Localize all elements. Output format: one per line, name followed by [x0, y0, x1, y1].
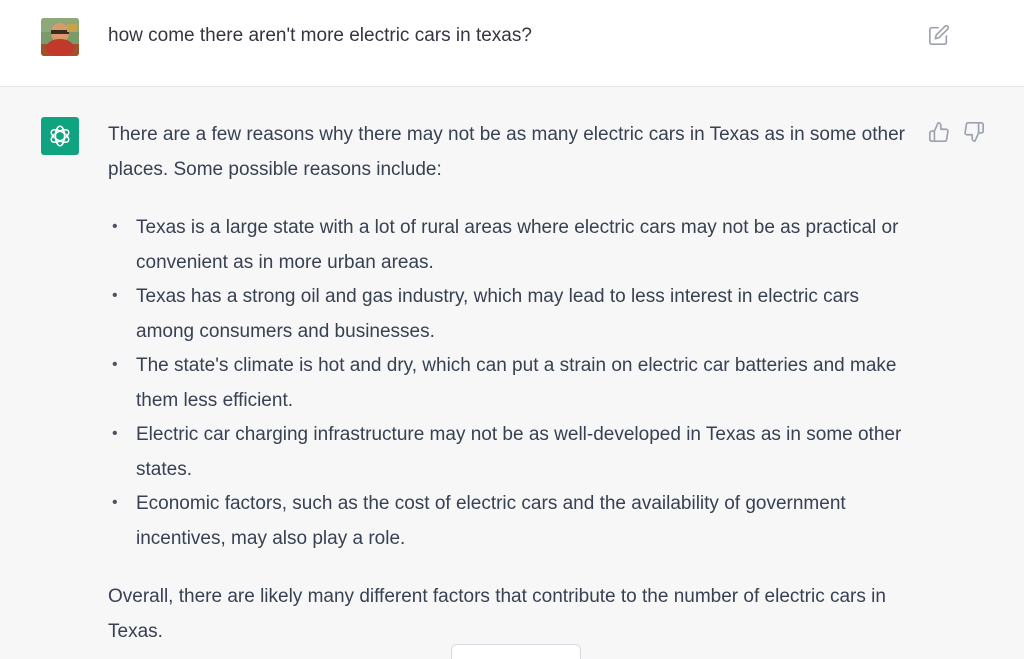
- user-avatar-image: [41, 18, 79, 56]
- edit-message-button[interactable]: [928, 24, 950, 46]
- list-item-text: The state's climate is hot and dry, whic…: [136, 355, 897, 411]
- openai-logo-icon: [50, 125, 70, 147]
- list-item: • Texas is a large state with a lot of ru…: [108, 211, 908, 280]
- bullet-marker: •: [112, 425, 118, 442]
- list-item-text: Economic factors, such as the cost of el…: [136, 493, 846, 549]
- list-item: • Economic factors, such as the cost of e…: [108, 487, 908, 556]
- thumbs-up-button[interactable]: [928, 121, 950, 143]
- assistant-message-row: There are a few reasons why there may no…: [0, 87, 1024, 659]
- assistant-message-content: There are a few reasons why there may no…: [108, 118, 908, 649]
- answer-intro: There are a few reasons why there may no…: [108, 124, 905, 180]
- list-item-text: Texas is a large state with a lot of rur…: [136, 217, 899, 273]
- bullet-marker: •: [112, 218, 118, 235]
- user-message-row: how come there aren't more electric cars…: [0, 0, 1024, 87]
- list-item: • The state's climate is hot and dry, whi…: [108, 349, 908, 418]
- bullet-marker: •: [112, 494, 118, 511]
- pencil-square-icon: [929, 24, 950, 45]
- thumbs-down-button[interactable]: [963, 121, 985, 143]
- list-item-text: Texas has a strong oil and gas industry,…: [136, 286, 860, 342]
- reasons-list: • Texas is a large state with a lot of ru…: [108, 211, 908, 556]
- assistant-avatar: [41, 117, 79, 155]
- answer-conclusion: Overall, there are likely many different…: [108, 586, 886, 642]
- user-avatar: [41, 18, 79, 56]
- user-message-text: how come there aren't more electric cars…: [108, 25, 532, 46]
- list-item: • Texas has a strong oil and gas industry…: [108, 280, 908, 349]
- thumbs-up-icon: [929, 122, 949, 142]
- bullet-marker: •: [112, 287, 118, 304]
- list-item-text: Electric car charging infrastructure may…: [136, 424, 902, 480]
- bullet-marker: •: [112, 356, 118, 373]
- thumbs-down-icon: [964, 122, 984, 142]
- list-item: • Electric car charging infrastructure ma…: [108, 418, 908, 487]
